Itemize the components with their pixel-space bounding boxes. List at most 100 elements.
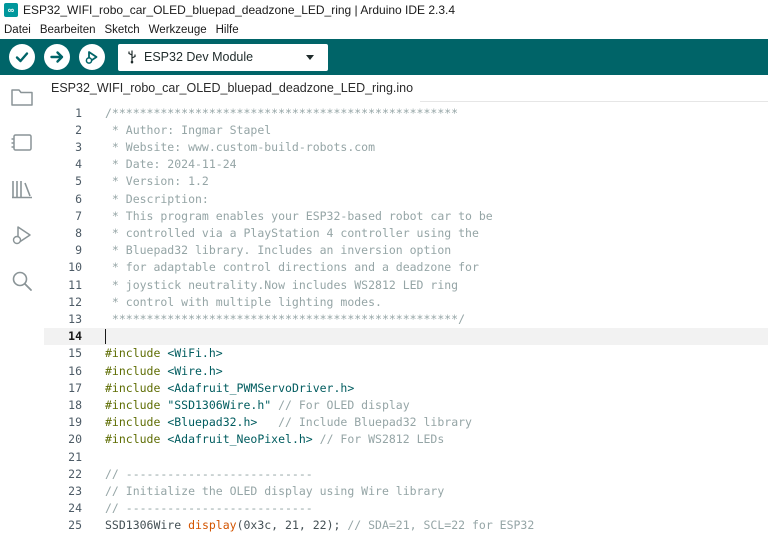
code-text: * Bluepad32 library. Includes an inversi… [105,243,451,257]
line-number: 11 [68,277,82,292]
line-number: 12 [68,294,82,309]
line-number: 2 [75,122,82,137]
code-token: // Initialize the OLED display using Wir… [105,483,445,498]
code-line[interactable]: 12 * control with multiple lighting mode… [44,293,768,310]
line-number: 10 [68,260,82,275]
code-text: #include <Wire.h> [105,364,223,378]
code-token: * control with multiple lighting modes. [105,294,382,309]
code-token: /***************************************… [105,105,459,120]
tab-label: ESP32_WIFI_robo_car_OLED_bluepad_deadzon… [51,80,414,95]
line-number: 16 [68,363,82,378]
code-token: * Description: [105,191,209,206]
code-line[interactable]: 2 * Author: Ingmar Stapel [44,121,768,138]
code-line[interactable]: 7 * This program enables your ESP32-base… [44,207,768,224]
code-line[interactable]: 15 #include <WiFi.h> [44,345,768,362]
chevron-down-icon [306,54,314,60]
code-token: ****************************************… [105,311,466,326]
verify-button[interactable] [9,44,35,70]
code-line[interactable]: 18 #include "SSD1306Wire.h" // For OLED d… [44,396,768,413]
line-number: 3 [75,139,82,154]
code-line[interactable]: 13 *************************************… [44,310,768,327]
board-label: ESP32 Dev Module [144,50,254,64]
code-line[interactable]: 4 * Date: 2024-11-24 [44,156,768,173]
title-bar: ∞ ESP32_WIFI_robo_car_OLED_bluepad_deadz… [0,0,768,20]
code-editor[interactable]: 1 /**************************************… [44,102,768,537]
debug-button[interactable] [79,44,105,70]
code-token: * Bluepad32 library. Includes an inversi… [105,243,452,258]
code-token: #include [105,397,161,412]
code-line[interactable]: 14 [44,327,768,345]
sidebar [0,75,44,537]
code-line[interactable]: 3 * Website: www.custom-build-robots.com [44,138,768,155]
code-line[interactable]: 19 #include <Bluepad32.h> // Include Blue… [44,414,768,431]
code-line[interactable]: 9 * Bluepad32 library. Includes an inver… [44,242,768,259]
code-line[interactable]: 20 #include <Adafruit_NeoPixel.h> // For … [44,431,768,448]
line-number: 18 [68,397,82,412]
code-token: // For OLED display [271,397,410,412]
code-token: (0x3c, 21, 22); [236,518,348,533]
code-line[interactable]: 1 /**************************************… [44,104,768,121]
code-token: #include [105,363,161,378]
line-number: 4 [75,157,82,172]
code-text: * This program enables your ESP32-based … [105,209,493,223]
line-number: 19 [68,415,82,430]
line-number: 5 [75,174,82,189]
code-text: #include <Bluepad32.h> // Include Bluepa… [105,415,472,429]
code-token: // SDA=21, SCL=22 for ESP32 [347,518,535,533]
code-line[interactable]: 21 [44,448,768,465]
board-selector[interactable]: ESP32 Dev Module [118,43,328,71]
debug-icon[interactable] [9,222,35,248]
code-line[interactable]: 16 #include <Wire.h> [44,362,768,379]
code-token: <Adafruit_NeoPixel.h> [160,432,313,447]
code-line[interactable]: 17 #include <Adafruit_PWMServoDriver.h> [44,379,768,396]
line-number: 25 [68,518,82,533]
code-token: // --------------------------- [105,501,313,516]
window-title: ESP32_WIFI_robo_car_OLED_bluepad_deadzon… [23,3,456,17]
upload-button[interactable] [44,44,70,70]
arduino-logo-icon: ∞ [4,3,18,17]
code-text: * Version: 1.2 [105,174,209,188]
code-text: // Initialize the OLED display using Wir… [105,484,444,498]
line-number: 20 [68,432,82,447]
code-token: #include [105,380,161,395]
library-icon[interactable] [9,176,35,202]
code-line[interactable]: 24 // --------------------------- [44,500,768,517]
board-manager-icon[interactable] [9,130,35,156]
code-token: <WiFi.h> [160,346,223,361]
code-token: display [188,518,237,533]
code-token: <Adafruit_PWMServoDriver.h> [160,380,355,395]
menu-bearbeiten[interactable]: Bearbeiten [40,24,96,36]
menu-datei[interactable]: Datei [4,24,31,36]
code-token: * Author: Ingmar Stapel [105,122,272,137]
code-token: #include [105,432,161,447]
code-token: // For WS2812 LEDs [312,432,445,447]
tab-sketch-file[interactable]: ESP32_WIFI_robo_car_OLED_bluepad_deadzon… [44,75,421,102]
menu-hilfe[interactable]: Hilfe [216,24,239,36]
code-token: SSD1306Wire [105,518,189,533]
code-line[interactable]: 6 * Description: [44,190,768,207]
line-number: 15 [68,346,82,361]
code-text: * Date: 2024-11-24 [105,157,237,171]
code-line[interactable]: 5 * Version: 1.2 [44,173,768,190]
code-text: // --------------------------- [105,467,313,481]
code-text: * for adaptable control directions and a… [105,260,479,274]
code-line[interactable]: 25 SSD1306Wire display(0x3c, 21, 22); // … [44,517,768,534]
menu-werkzeuge[interactable]: Werkzeuge [149,24,207,36]
code-text: * Author: Ingmar Stapel [105,123,271,137]
code-line[interactable]: 22 // --------------------------- [44,465,768,482]
code-token: #include [105,415,161,430]
line-number: 21 [68,449,82,464]
checkmark-icon [15,52,29,63]
tab-bar: ESP32_WIFI_robo_car_OLED_bluepad_deadzon… [44,75,768,102]
menu-sketch[interactable]: Sketch [104,24,139,36]
code-token: #include [105,346,161,361]
code-line[interactable]: 8 * controlled via a PlayStation 4 contr… [44,224,768,241]
search-icon[interactable] [9,268,35,294]
code-line[interactable]: 23 // Initialize the OLED display using W… [44,482,768,499]
code-line[interactable]: 11 * joystick neutrality.Now includes WS… [44,276,768,293]
code-token: * joystick neutrality.Now includes WS281… [105,277,459,292]
toolbar: ESP32 Dev Module [0,39,768,75]
code-line[interactable]: 10 * for adaptable control directions an… [44,259,768,276]
folder-icon[interactable] [9,84,35,110]
arrow-right-icon [50,51,64,63]
